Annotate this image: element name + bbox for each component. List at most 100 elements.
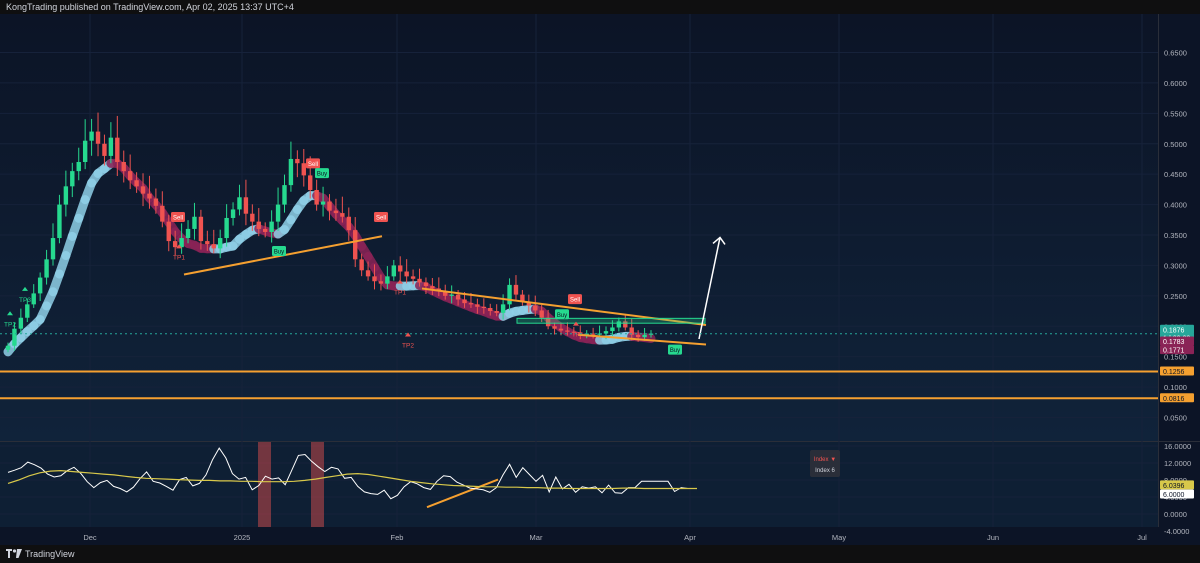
tp-label: TP <box>572 332 580 339</box>
price-label-box <box>1160 345 1194 355</box>
band-segment-down <box>550 318 566 333</box>
currency-button[interactable]: USDT <box>1163 16 1189 31</box>
price-tick-label: 0.2500 <box>1164 292 1187 301</box>
band-segment-up <box>234 229 251 244</box>
tp-label: TP1 <box>394 290 406 297</box>
candle-body <box>443 290 448 296</box>
candle-body <box>462 299 467 304</box>
candle-body <box>134 180 139 187</box>
band-segment-down <box>254 224 270 236</box>
indicator-tick-label: 0.0000 <box>1164 510 1187 519</box>
tradingview-brand[interactable]: TradingView <box>6 549 75 559</box>
candle-body <box>648 333 654 335</box>
candle-body <box>385 276 390 284</box>
band-segment-up <box>61 231 77 260</box>
band-segment-up <box>54 250 71 279</box>
band-segment-down <box>543 313 560 328</box>
highlight-column <box>311 442 324 527</box>
candle-body <box>629 327 634 335</box>
price-tick-label: 0.4000 <box>1164 201 1187 210</box>
price-label-box <box>1160 332 1194 342</box>
candle-body <box>37 277 43 294</box>
candle-body <box>590 333 596 335</box>
price-tick-label: 0.1500 <box>1164 353 1187 362</box>
band-segment-down <box>530 304 547 316</box>
candle-body <box>320 201 326 205</box>
candle-body <box>610 327 615 332</box>
price-label-text: 1d 02:23 <box>1163 335 1190 342</box>
candle-body <box>237 197 242 210</box>
candle-body <box>404 271 409 277</box>
candle-body <box>616 321 622 328</box>
candle-body <box>185 228 191 239</box>
trendline-support <box>183 235 383 276</box>
candle-body <box>571 331 577 333</box>
buy-badge <box>272 246 286 257</box>
candle-body <box>533 305 538 311</box>
candle-body <box>365 270 371 277</box>
candle-body <box>494 311 499 313</box>
candle-body <box>449 294 454 296</box>
candle-body <box>507 284 512 305</box>
band-segment-down <box>640 333 656 344</box>
band-segment-up <box>498 308 515 321</box>
band-segment-down <box>189 240 206 253</box>
candle-body <box>578 332 583 334</box>
price-axis-background <box>1158 14 1200 527</box>
band-segment-up <box>279 215 296 235</box>
drawings <box>0 235 1158 346</box>
band-segment-up <box>3 339 19 357</box>
candle-body <box>391 265 396 277</box>
band-segment-up <box>286 204 302 225</box>
band-segment-down <box>267 228 283 239</box>
band-segment-down <box>569 330 585 343</box>
candle-body <box>269 221 274 232</box>
band-segment-down <box>427 286 444 299</box>
candle-body <box>353 230 358 260</box>
candle-body <box>153 198 159 206</box>
band-segment-down <box>318 193 334 211</box>
band-segment-up <box>48 269 64 297</box>
band-segment-up <box>292 196 309 214</box>
band-segment-down <box>627 331 643 342</box>
sell-badge <box>306 158 320 169</box>
candle-body <box>224 217 229 239</box>
price-tick-label: 0.1000 <box>1164 383 1187 392</box>
candle-body <box>102 143 107 156</box>
band-segment-down <box>440 292 457 304</box>
band-segment-down <box>357 241 373 262</box>
candle-body <box>25 304 30 318</box>
indicator-label-box <box>810 450 840 477</box>
tradingview-brand-text: TradingView <box>25 549 75 559</box>
publisher-bar: KongTrading published on TradingView.com… <box>0 0 1200 14</box>
band-segment-up <box>614 331 630 342</box>
candle-body <box>545 317 551 327</box>
tp-marker <box>573 321 579 326</box>
band-segment-up <box>99 158 116 174</box>
band-segment-up <box>228 234 244 251</box>
price-chart[interactable]: TP2 TP3 TP1 TP1 TP2 TP Sell Sell Sell Sell Buy Buy B… <box>0 0 1200 563</box>
band-segment-down <box>170 227 187 244</box>
candle-body <box>18 317 24 329</box>
band-segment-down <box>151 200 167 218</box>
candle-body <box>250 213 255 222</box>
sell-badge <box>374 211 388 222</box>
sell-label: Sell <box>570 298 580 304</box>
band-segment-down <box>582 334 598 345</box>
time-tick-label: Dec <box>83 533 97 542</box>
candle-body <box>198 216 204 242</box>
time-tick-label: Mar <box>530 533 543 542</box>
band-segment-down <box>460 300 476 312</box>
indicator-tick-label: 16.0000 <box>1164 442 1191 451</box>
band-segment-down <box>370 262 386 283</box>
buy-badge <box>555 309 569 320</box>
band-segment-up <box>42 287 58 311</box>
band-segment-down <box>312 191 328 203</box>
band-segment-up <box>601 334 617 345</box>
candle-body <box>520 294 525 302</box>
band-segment-up <box>29 314 45 331</box>
band-segment-up <box>87 168 103 188</box>
indicator-signal-line <box>7 469 697 490</box>
candle-body <box>89 131 94 141</box>
highlight-column <box>258 442 271 527</box>
